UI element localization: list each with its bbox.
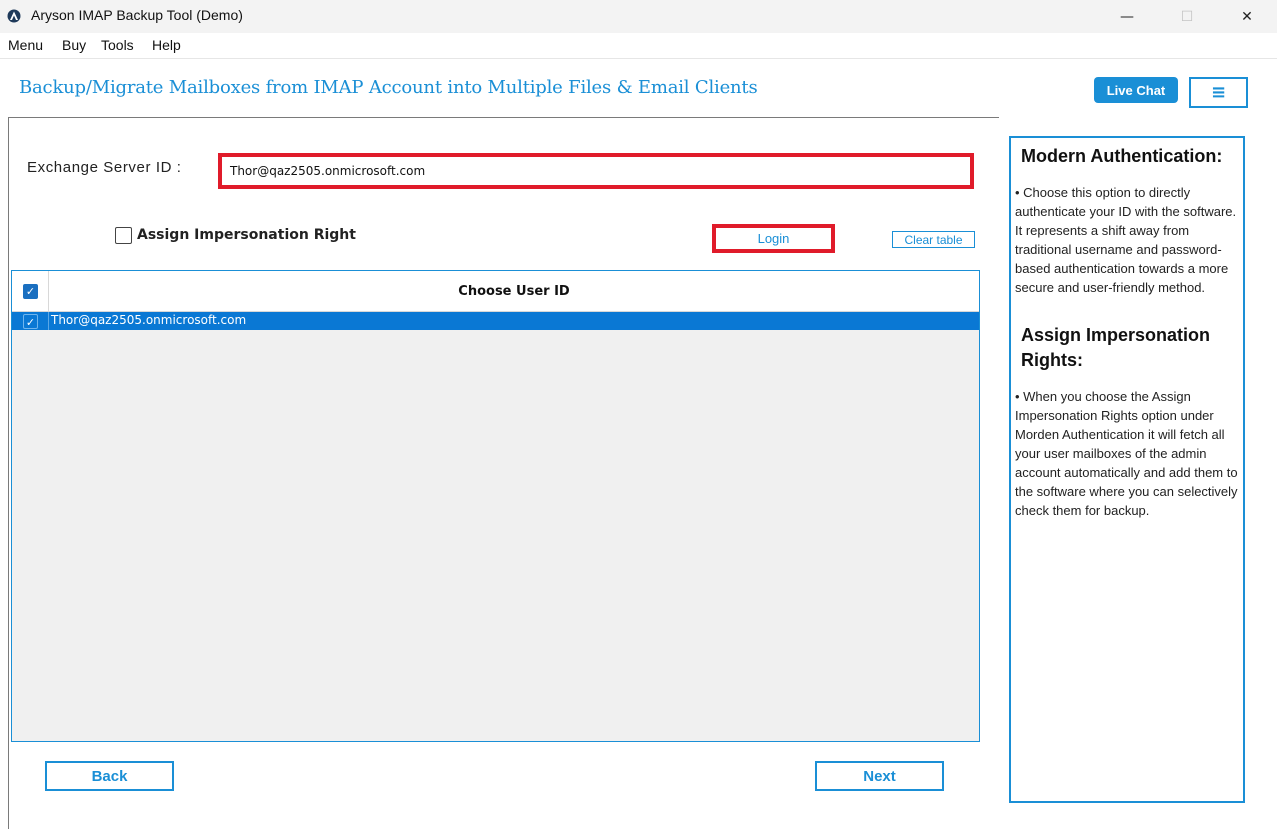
hamburger-menu-button[interactable]: ≡: [1189, 77, 1248, 108]
exchange-server-input[interactable]: Thor@qaz2505.onmicrosoft.com: [218, 153, 974, 189]
table-header: ✓ Choose User ID: [12, 271, 979, 312]
column-header-user-id: Choose User ID: [458, 284, 570, 299]
info-panel: Modern Authentication: • Choose this opt…: [1009, 136, 1245, 803]
select-all-checkbox[interactable]: ✓: [23, 284, 38, 299]
maximize-button[interactable]: ☐: [1157, 0, 1217, 33]
menu-item-help[interactable]: Help: [152, 37, 181, 53]
back-button[interactable]: Back: [45, 761, 174, 791]
title-bar: Aryson IMAP Backup Tool (Demo) — ☐ ✕: [0, 0, 1277, 33]
close-button[interactable]: ✕: [1217, 0, 1277, 33]
info-text-modern-auth: • Choose this option to directly authent…: [1015, 185, 1237, 295]
menu-item-menu[interactable]: Menu: [8, 37, 43, 53]
info-text-impersonation: • When you choose the Assign Impersonati…: [1015, 389, 1238, 518]
page-title: Backup/Migrate Mailboxes from IMAP Accou…: [19, 77, 758, 98]
header-check-cell: ✓: [12, 271, 49, 312]
next-button[interactable]: Next: [815, 761, 944, 791]
hamburger-icon: ≡: [1210, 82, 1227, 103]
live-chat-button[interactable]: Live Chat: [1094, 77, 1178, 103]
row-user-id: Thor@qaz2505.onmicrosoft.com: [51, 313, 247, 327]
app-logo-icon: [7, 9, 21, 23]
minimize-button[interactable]: —: [1097, 0, 1157, 33]
info-heading-impersonation: Assign Impersonation Rights:: [1021, 325, 1211, 370]
table-row[interactable]: ✓ Thor@qaz2505.onmicrosoft.com: [12, 312, 979, 330]
row-checkbox[interactable]: ✓: [23, 314, 38, 329]
info-heading-modern-auth: Modern Authentication:: [1021, 146, 1223, 166]
window-title: Aryson IMAP Backup Tool (Demo): [31, 7, 243, 23]
login-button[interactable]: Login: [712, 224, 835, 253]
menu-item-tools[interactable]: Tools: [101, 37, 134, 53]
menu-bar: Menu Buy Tools Help: [0, 33, 1277, 59]
menu-item-buy[interactable]: Buy: [62, 37, 86, 53]
clear-table-button[interactable]: Clear table: [892, 231, 975, 248]
user-id-table: ✓ Choose User ID ✓ Thor@qaz2505.onmicros…: [11, 270, 980, 742]
impersonation-label[interactable]: Assign Impersonation Right: [137, 227, 356, 243]
row-check-cell: ✓: [12, 312, 49, 330]
impersonation-checkbox[interactable]: [115, 227, 132, 244]
exchange-server-label: Exchange Server ID :: [27, 159, 182, 176]
